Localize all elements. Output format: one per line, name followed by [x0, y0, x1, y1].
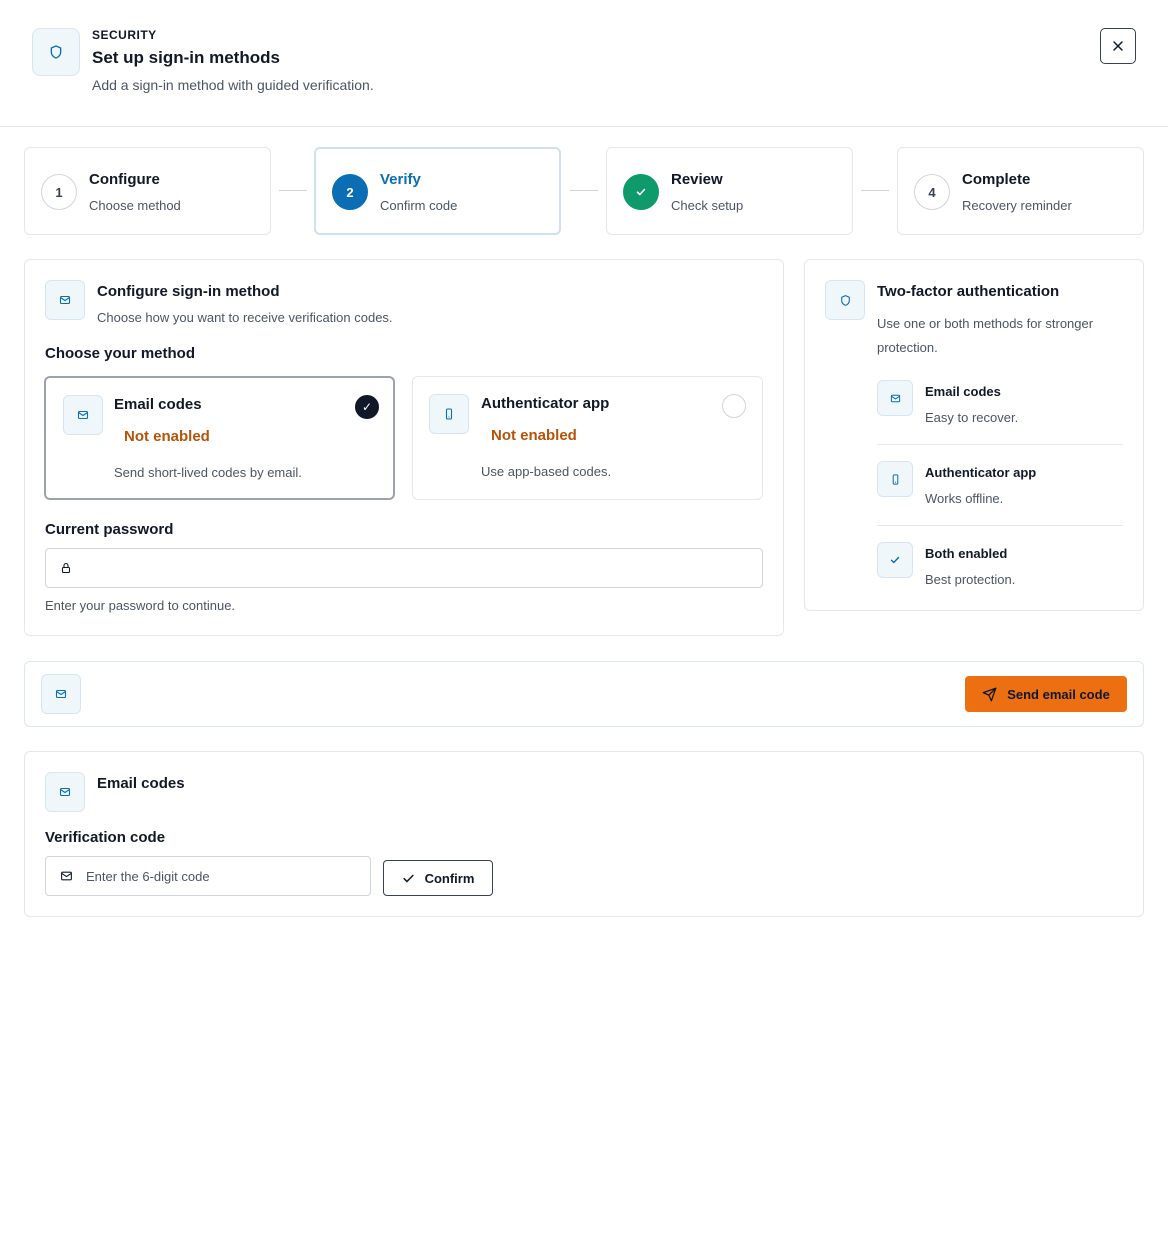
- step-title: Complete: [962, 171, 1031, 188]
- close-icon: [1113, 41, 1123, 51]
- mail-icon: [63, 395, 103, 435]
- method-title: Authenticator app: [481, 395, 610, 412]
- shield-icon: [825, 280, 865, 320]
- method-status-badge: Not enabled: [491, 427, 577, 444]
- divider: [877, 444, 1123, 445]
- divider: [877, 525, 1123, 526]
- phone-icon: [877, 461, 913, 497]
- step-subtitle: Choose method: [89, 198, 181, 213]
- step-title: Configure: [89, 171, 160, 188]
- two-factor-description: Use one or both methods for stronger pro…: [877, 316, 1094, 355]
- method-option-email[interactable]: Email codes Not enabled Send short-lived…: [44, 376, 395, 500]
- sidebar-item-subtitle: Best protection.: [925, 572, 1016, 587]
- step-title: Verify: [380, 171, 421, 188]
- sidebar-item-subtitle: Easy to recover.: [925, 410, 1019, 425]
- step-subtitle: Check setup: [671, 198, 744, 213]
- page-title: Set up sign-in methods: [92, 48, 280, 67]
- configure-title: Configure sign-in method: [97, 283, 280, 300]
- check-icon: [877, 542, 913, 578]
- check-icon: [623, 174, 659, 210]
- verification-code-field[interactable]: [45, 856, 371, 896]
- password-label: Current password: [45, 521, 174, 538]
- step-number: 1: [41, 174, 77, 210]
- page-subtitle: Add a sign-in method with guided verific…: [92, 77, 374, 93]
- method-option-authenticator[interactable]: Authenticator app Not enabled Use app-ba…: [412, 376, 763, 500]
- configure-subtitle: Choose how you want to receive verificat…: [97, 310, 393, 325]
- step-complete[interactable]: 4 Complete Recovery reminder: [897, 147, 1144, 235]
- step-subtitle: Recovery reminder: [962, 198, 1072, 213]
- step-verify[interactable]: 2 Verify Confirm code: [314, 147, 561, 235]
- method-status-badge: Not enabled: [124, 428, 210, 445]
- choose-method-label: Choose your method: [45, 345, 196, 362]
- password-hint: Enter your password to continue.: [45, 598, 236, 613]
- verification-code-label: Verification code: [45, 829, 166, 846]
- sidebar-item-title: Email codes: [925, 384, 1001, 399]
- password-field[interactable]: [45, 548, 763, 588]
- step-subtitle: Confirm code: [380, 198, 458, 213]
- step-connector: [861, 190, 889, 191]
- step-connector: [279, 190, 307, 191]
- shield-icon: [32, 28, 80, 76]
- verify-title: Email codes: [97, 775, 185, 792]
- step-number: 2: [332, 174, 368, 210]
- method-radio[interactable]: [722, 394, 746, 418]
- section-eyebrow: SECURITY: [92, 28, 157, 42]
- mail-icon: [60, 870, 73, 883]
- lock-icon: [60, 562, 72, 574]
- phone-icon: [429, 394, 469, 434]
- method-description: Use app-based codes.: [481, 464, 612, 479]
- method-description: Send short-lived codes by email.: [114, 465, 302, 480]
- verification-code-input[interactable]: [86, 857, 358, 895]
- step-connector: [570, 190, 598, 191]
- mail-icon: [877, 380, 913, 416]
- method-radio-checked[interactable]: ✓: [355, 395, 379, 419]
- confirm-button[interactable]: Confirm: [383, 860, 493, 896]
- check-icon: [402, 874, 414, 882]
- method-title: Email codes: [114, 396, 202, 413]
- sidebar-item-title: Both enabled: [925, 546, 1008, 561]
- mail-icon: [41, 674, 81, 714]
- step-configure[interactable]: 1 Configure Choose method: [24, 147, 271, 235]
- sidebar-item-subtitle: Works offline.: [925, 491, 1004, 506]
- mail-icon: [45, 280, 85, 320]
- page-header: SECURITY Set up sign-in methods Add a si…: [0, 0, 1168, 127]
- send-email-code-label: Send email code: [1007, 686, 1110, 702]
- step-title: Review: [671, 171, 723, 188]
- password-input[interactable]: [86, 549, 750, 587]
- mail-icon: [45, 772, 85, 812]
- two-factor-title: Two-factor authentication: [877, 283, 1060, 300]
- confirm-label: Confirm: [424, 870, 475, 886]
- sidebar-item-title: Authenticator app: [925, 465, 1037, 480]
- step-number: 4: [914, 174, 950, 210]
- send-email-code-button[interactable]: Send email code: [965, 676, 1127, 712]
- close-button[interactable]: [1100, 28, 1136, 64]
- send-icon: [982, 687, 997, 701]
- step-review[interactable]: Review Check setup: [606, 147, 853, 235]
